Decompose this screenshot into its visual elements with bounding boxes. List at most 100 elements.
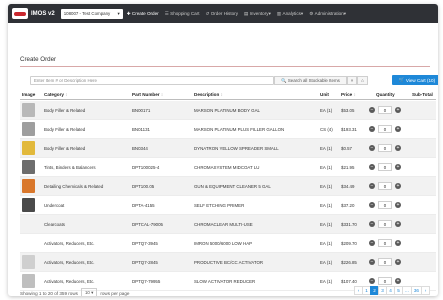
search-input[interactable]: Enter Item # or Description Here — [30, 76, 274, 85]
cell-description: CHROMACLEAR MULTI-USE — [194, 222, 253, 227]
table-row: Activators, Reducers, Etc. DPTQ7-3945 IMRO… — [20, 234, 436, 253]
product-thumbnail[interactable] — [22, 255, 35, 269]
cell-description: PRODUCTIVE BC/CC ACTIVATOR — [194, 260, 264, 265]
cell-unit: EA (1) — [320, 146, 333, 151]
cell-unit: CS (4) — [320, 127, 333, 132]
clear-search-button[interactable]: × — [347, 76, 357, 85]
page-title: Create Order — [20, 56, 57, 63]
plus-icon[interactable]: + — [395, 164, 401, 170]
minus-icon[interactable]: − — [369, 126, 375, 132]
col-part-number[interactable]: Part Number — [132, 92, 163, 97]
cell-price: $0.57 — [341, 146, 352, 151]
quantity-input[interactable]: 0 — [378, 258, 392, 266]
table-row: Undercoat DPTA-4155 SELF ETCHING PRIMER EA … — [20, 196, 436, 215]
product-thumbnail[interactable] — [22, 236, 35, 250]
col-image: Image — [22, 92, 36, 97]
view-cart-button[interactable]: 🛒 View Cart (10) — [392, 75, 438, 85]
cell-category: Clearcoats — [44, 222, 65, 227]
cell-description: CHROMASYSTEM MIDCOAT LU — [194, 165, 260, 170]
quantity-stepper: −0 + — [369, 144, 401, 152]
col-category[interactable]: Category — [44, 92, 68, 97]
chevron-down-icon: ▾ — [91, 290, 94, 295]
product-thumbnail[interactable] — [22, 141, 35, 155]
cell-description: GUN & EQUIPMENT CLEANER 5 GAL — [194, 184, 271, 189]
plus-icon[interactable]: + — [395, 221, 401, 227]
nav-item-label: Inventory — [249, 11, 269, 16]
quantity-input[interactable]: 0 — [378, 239, 392, 247]
minus-icon[interactable]: − — [369, 145, 375, 151]
minus-icon[interactable]: − — [369, 259, 375, 265]
plus-icon[interactable]: + — [395, 259, 401, 265]
nav-item-create-order[interactable]: ✚ Create Order — [127, 11, 159, 17]
cell-part: BN0344 — [132, 146, 148, 151]
cell-price: $53.05 — [341, 108, 355, 113]
minus-icon[interactable]: − — [369, 183, 375, 189]
nav-item-administration[interactable]: ⚙ Administration ▾ — [309, 11, 346, 17]
quantity-input[interactable]: 0 — [378, 144, 392, 152]
plus-icon[interactable]: + — [395, 240, 401, 246]
product-thumbnail[interactable] — [22, 103, 35, 117]
cell-unit: EA (1) — [320, 260, 333, 265]
minus-icon[interactable]: − — [369, 221, 375, 227]
product-thumbnail[interactable] — [22, 198, 35, 212]
search-stockable-button[interactable]: 🔍 Search all Stockable Items — [274, 76, 347, 85]
home-button[interactable]: ⌂ — [357, 76, 368, 85]
per-page-select[interactable]: 10 ▾ — [80, 288, 98, 296]
nav-menu: ✚ Create Order ☰ Shopping Cart ↺ Order Histor… — [127, 11, 352, 17]
search-stockable-label: Search all Stockable Items — [287, 78, 340, 83]
quantity-input[interactable]: 0 — [378, 125, 392, 133]
quantity-input[interactable]: 0 — [378, 163, 392, 171]
quantity-stepper: −0 + — [369, 125, 401, 133]
product-thumbnail[interactable] — [22, 217, 35, 231]
product-thumbnail[interactable] — [22, 274, 35, 288]
table-row: Tints, Binders & Balancers DPT100025-4 CHR… — [20, 158, 436, 177]
plus-icon[interactable]: + — [395, 145, 401, 151]
quantity-input[interactable]: 0 — [378, 220, 392, 228]
pagination: ‹ 1 2 3 4 5... 36 › — [354, 286, 430, 295]
cell-part: DPT100025-4 — [132, 165, 160, 170]
plus-icon[interactable]: + — [395, 278, 401, 284]
cell-category: Activators, Reducers, Etc. — [44, 279, 95, 284]
quantity-input[interactable]: 0 — [378, 182, 392, 190]
brand-logo[interactable] — [12, 8, 28, 19]
minus-icon[interactable]: − — [369, 202, 375, 208]
table-row: Body Filler & Related BN00171 MARSON PLATI… — [20, 101, 436, 120]
company-select[interactable]: 108007 - Test Company ▾ — [60, 8, 123, 19]
minus-icon[interactable]: − — [369, 240, 375, 246]
quantity-input[interactable]: 0 — [378, 277, 392, 285]
nav-item-analytics[interactable]: ▥ Analytics ▾ — [277, 11, 303, 17]
cell-price: $209.70 — [341, 241, 357, 246]
col-price[interactable]: Price — [341, 92, 356, 97]
quantity-stepper: −0 + — [369, 258, 401, 266]
minus-icon[interactable]: − — [369, 278, 375, 284]
cell-category: Tints, Binders & Balancers — [44, 165, 96, 170]
gear-icon: ⚙ — [309, 10, 314, 16]
col-description[interactable]: Description — [194, 92, 223, 97]
cell-unit: EA (1) — [320, 203, 333, 208]
pagination-info: Showing 1 to 20 of 359 rows 10 ▾ rows pe… — [20, 288, 129, 296]
quantity-input[interactable]: 0 — [378, 106, 392, 114]
plus-icon[interactable]: + — [395, 126, 401, 132]
plus-icon[interactable]: + — [395, 107, 401, 113]
col-unit: Unit — [320, 92, 329, 97]
cell-price: $193.31 — [341, 127, 357, 132]
nav-item-shopping-cart[interactable]: ☰ Shopping Cart — [165, 11, 200, 17]
quantity-stepper: −0 + — [369, 277, 401, 285]
showing-text: Showing 1 to 20 of 359 rows — [20, 290, 78, 296]
product-thumbnail[interactable] — [22, 160, 35, 174]
minus-icon[interactable]: − — [369, 164, 375, 170]
next-page-button[interactable]: › — [421, 286, 430, 295]
product-thumbnail[interactable] — [22, 122, 35, 136]
cell-unit: EA (1) — [320, 108, 333, 113]
per-page-label: rows per page — [100, 290, 130, 296]
cell-price: $21.95 — [341, 165, 355, 170]
nav-item-order-history[interactable]: ↺ Order History — [206, 11, 239, 17]
product-thumbnail[interactable] — [22, 179, 35, 193]
plus-icon[interactable]: + — [395, 202, 401, 208]
cell-price: $226.85 — [341, 260, 357, 265]
minus-icon[interactable]: − — [369, 107, 375, 113]
nav-item-inventory[interactable]: ▤ Inventory ▾ — [244, 11, 271, 17]
quantity-input[interactable]: 0 — [378, 201, 392, 209]
company-select-value: 108007 - Test Company — [63, 11, 111, 16]
plus-icon[interactable]: + — [395, 183, 401, 189]
